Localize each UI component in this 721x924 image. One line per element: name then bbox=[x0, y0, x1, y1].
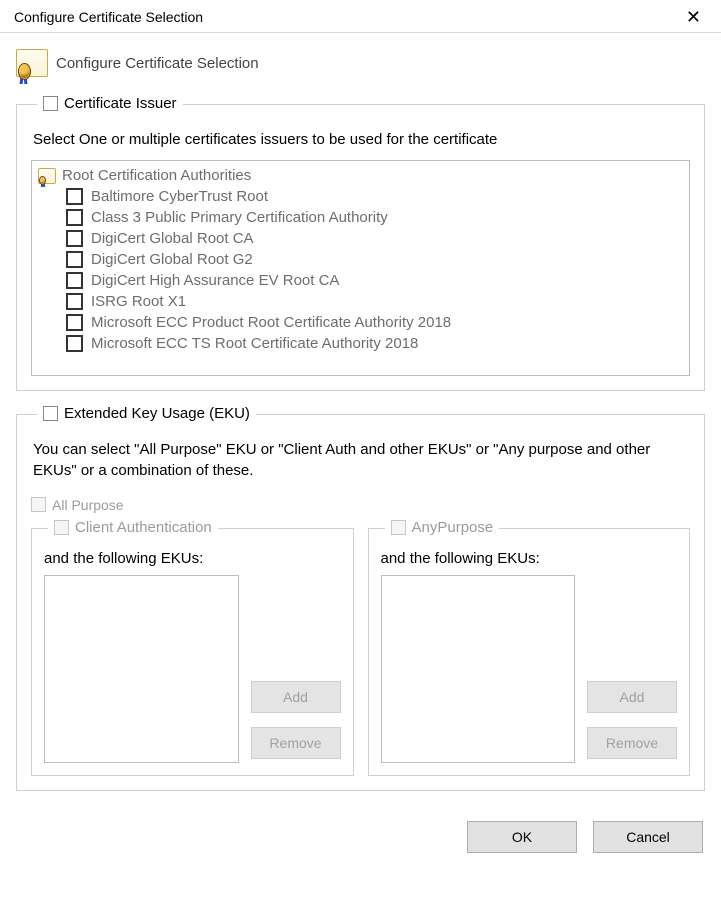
issuer-item-checkbox[interactable] bbox=[66, 251, 83, 268]
certificate-icon bbox=[16, 49, 48, 77]
issuer-tree-item[interactable]: DigiCert Global Root CA bbox=[66, 228, 683, 249]
client-auth-group: Client Authentication and the following … bbox=[31, 519, 354, 776]
issuer-item-label: Microsoft ECC TS Root Certificate Author… bbox=[91, 335, 418, 352]
any-purpose-remove-button: Remove bbox=[587, 727, 677, 759]
close-icon[interactable]: ✕ bbox=[680, 8, 707, 26]
issuer-tree-root[interactable]: Root Certification Authorities bbox=[38, 165, 683, 186]
eku-description: You can select "All Purpose" EKU or "Cli… bbox=[33, 440, 688, 481]
client-auth-legend: Client Authentication bbox=[75, 519, 212, 536]
issuer-tree-item[interactable]: DigiCert High Assurance EV Root CA bbox=[66, 270, 683, 291]
issuer-item-label: Microsoft ECC Product Root Certificate A… bbox=[91, 314, 451, 331]
issuer-item-label: Class 3 Public Primary Certification Aut… bbox=[91, 209, 388, 226]
ok-button[interactable]: OK bbox=[467, 821, 577, 853]
issuer-tree-item[interactable]: Class 3 Public Primary Certification Aut… bbox=[66, 207, 683, 228]
issuer-tree-root-label: Root Certification Authorities bbox=[62, 167, 251, 184]
issuer-item-checkbox[interactable] bbox=[66, 335, 83, 352]
issuer-item-checkbox[interactable] bbox=[66, 293, 83, 310]
titlebar: Configure Certificate Selection ✕ bbox=[0, 0, 721, 32]
eku-checkbox[interactable] bbox=[43, 406, 58, 421]
eku-group: Extended Key Usage (EKU) You can select … bbox=[16, 405, 705, 791]
issuer-item-checkbox[interactable] bbox=[66, 272, 83, 289]
client-auth-desc: and the following EKUs: bbox=[44, 550, 341, 567]
client-auth-listbox[interactable] bbox=[44, 575, 239, 763]
issuer-tree-item[interactable]: Microsoft ECC Product Root Certificate A… bbox=[66, 312, 683, 333]
any-purpose-add-button: Add bbox=[587, 681, 677, 713]
certificate-issuer-legend: Certificate Issuer bbox=[64, 95, 177, 112]
cancel-button[interactable]: Cancel bbox=[593, 821, 703, 853]
issuer-item-checkbox[interactable] bbox=[66, 209, 83, 226]
issuer-item-label: Baltimore CyberTrust Root bbox=[91, 188, 268, 205]
client-auth-add-button: Add bbox=[251, 681, 341, 713]
any-purpose-group: AnyPurpose and the following EKUs: Add R… bbox=[368, 519, 691, 776]
issuer-tree-item[interactable]: DigiCert Global Root G2 bbox=[66, 249, 683, 270]
issuer-tree-item[interactable]: Microsoft ECC TS Root Certificate Author… bbox=[66, 333, 683, 354]
client-auth-remove-button: Remove bbox=[251, 727, 341, 759]
all-purpose-checkbox bbox=[31, 497, 46, 512]
any-purpose-listbox[interactable] bbox=[381, 575, 576, 763]
issuer-tree[interactable]: Root Certification Authorities Baltimore… bbox=[31, 160, 690, 376]
any-purpose-desc: and the following EKUs: bbox=[381, 550, 678, 567]
eku-legend: Extended Key Usage (EKU) bbox=[64, 405, 250, 422]
issuer-item-label: DigiCert Global Root G2 bbox=[91, 251, 253, 268]
issuer-item-label: DigiCert High Assurance EV Root CA bbox=[91, 272, 339, 289]
certificate-issuer-group: Certificate Issuer Select One or multipl… bbox=[16, 95, 705, 391]
any-purpose-legend: AnyPurpose bbox=[412, 519, 494, 536]
client-auth-checkbox bbox=[54, 520, 69, 535]
issuer-item-checkbox[interactable] bbox=[66, 314, 83, 331]
issuer-item-label: DigiCert Global Root CA bbox=[91, 230, 254, 247]
window-title: Configure Certificate Selection bbox=[14, 9, 203, 25]
certificate-icon bbox=[38, 168, 56, 184]
all-purpose-label: All Purpose bbox=[52, 497, 124, 513]
dialog-footer: OK Cancel bbox=[0, 817, 721, 863]
issuer-tree-item[interactable]: ISRG Root X1 bbox=[66, 291, 683, 312]
dialog-header: Configure Certificate Selection bbox=[14, 45, 707, 87]
any-purpose-checkbox bbox=[391, 520, 406, 535]
dialog-title: Configure Certificate Selection bbox=[56, 55, 259, 72]
issuer-item-checkbox[interactable] bbox=[66, 188, 83, 205]
issuer-item-label: ISRG Root X1 bbox=[91, 293, 186, 310]
certificate-issuer-description: Select One or multiple certificates issu… bbox=[33, 130, 688, 150]
issuer-item-checkbox[interactable] bbox=[66, 230, 83, 247]
certificate-issuer-checkbox[interactable] bbox=[43, 96, 58, 111]
issuer-tree-item[interactable]: Baltimore CyberTrust Root bbox=[66, 186, 683, 207]
